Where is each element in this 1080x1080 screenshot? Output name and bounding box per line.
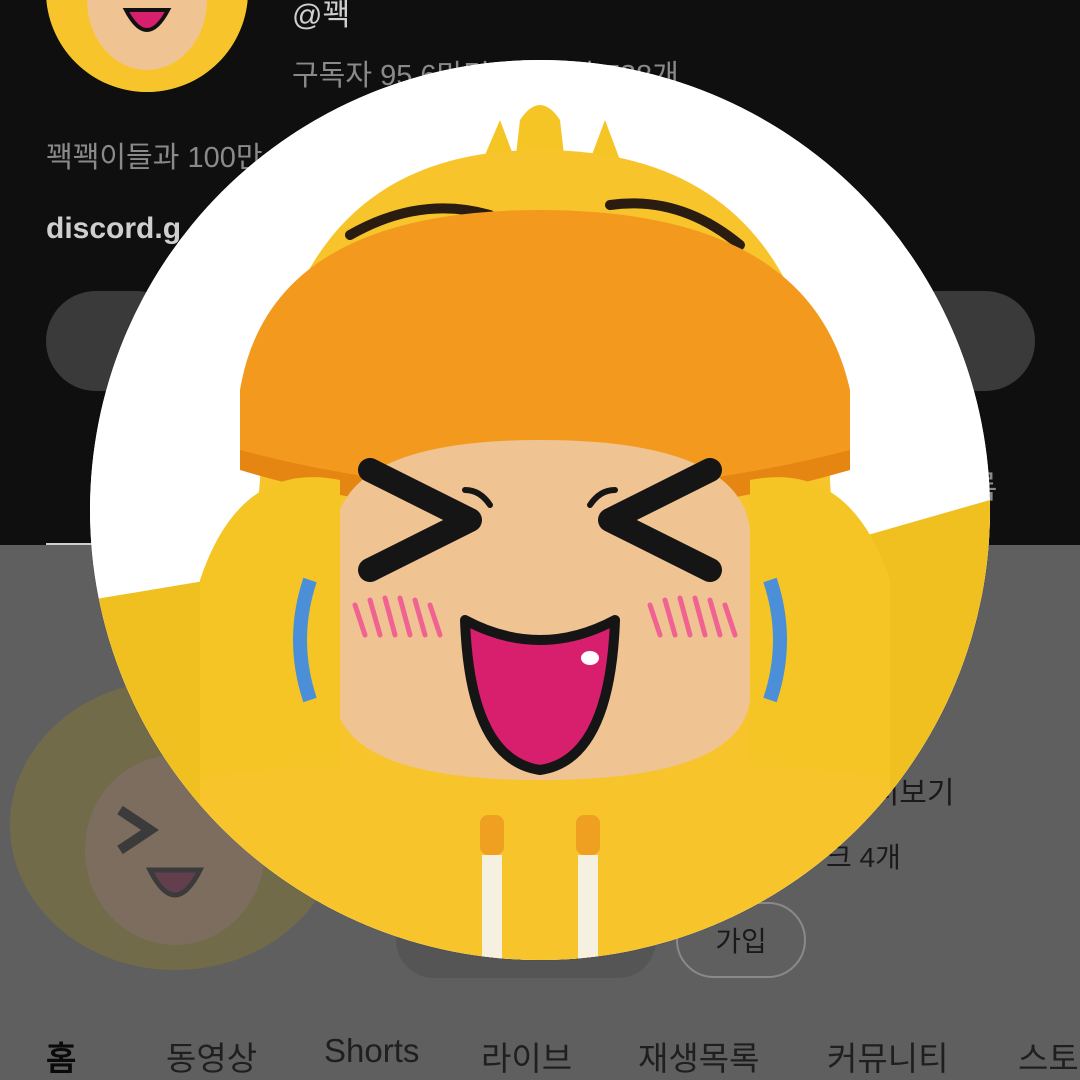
channel-description[interactable]: 꽥꽥이들과 100만 xyxy=(46,134,263,176)
channel-tabs: 홈 동영상 Shorts 라이브 재생목록 커뮤니티 스토 xyxy=(0,1000,1080,1080)
tab-store[interactable]: 스토 xyxy=(1018,1032,1079,1080)
channel-link[interactable]: discord.g xyxy=(46,212,181,246)
tab-home[interactable]: 홈 xyxy=(46,1032,76,1080)
tab-videos[interactable]: 동영상 xyxy=(166,1032,257,1080)
profile-avatar-icon xyxy=(90,60,990,960)
profile-avatar-icon xyxy=(46,0,248,92)
channel-avatar-thumb[interactable] xyxy=(46,0,248,92)
avatar-preview[interactable] xyxy=(90,60,990,960)
tab-shorts[interactable]: Shorts xyxy=(324,1032,419,1070)
tab-community[interactable]: 커뮤니티 xyxy=(827,1032,948,1080)
tab-playlists[interactable]: 재생목록 xyxy=(638,1032,759,1080)
tab-live[interactable]: 라이브 xyxy=(481,1032,572,1080)
channel-handle: @꽥 xyxy=(292,0,351,32)
